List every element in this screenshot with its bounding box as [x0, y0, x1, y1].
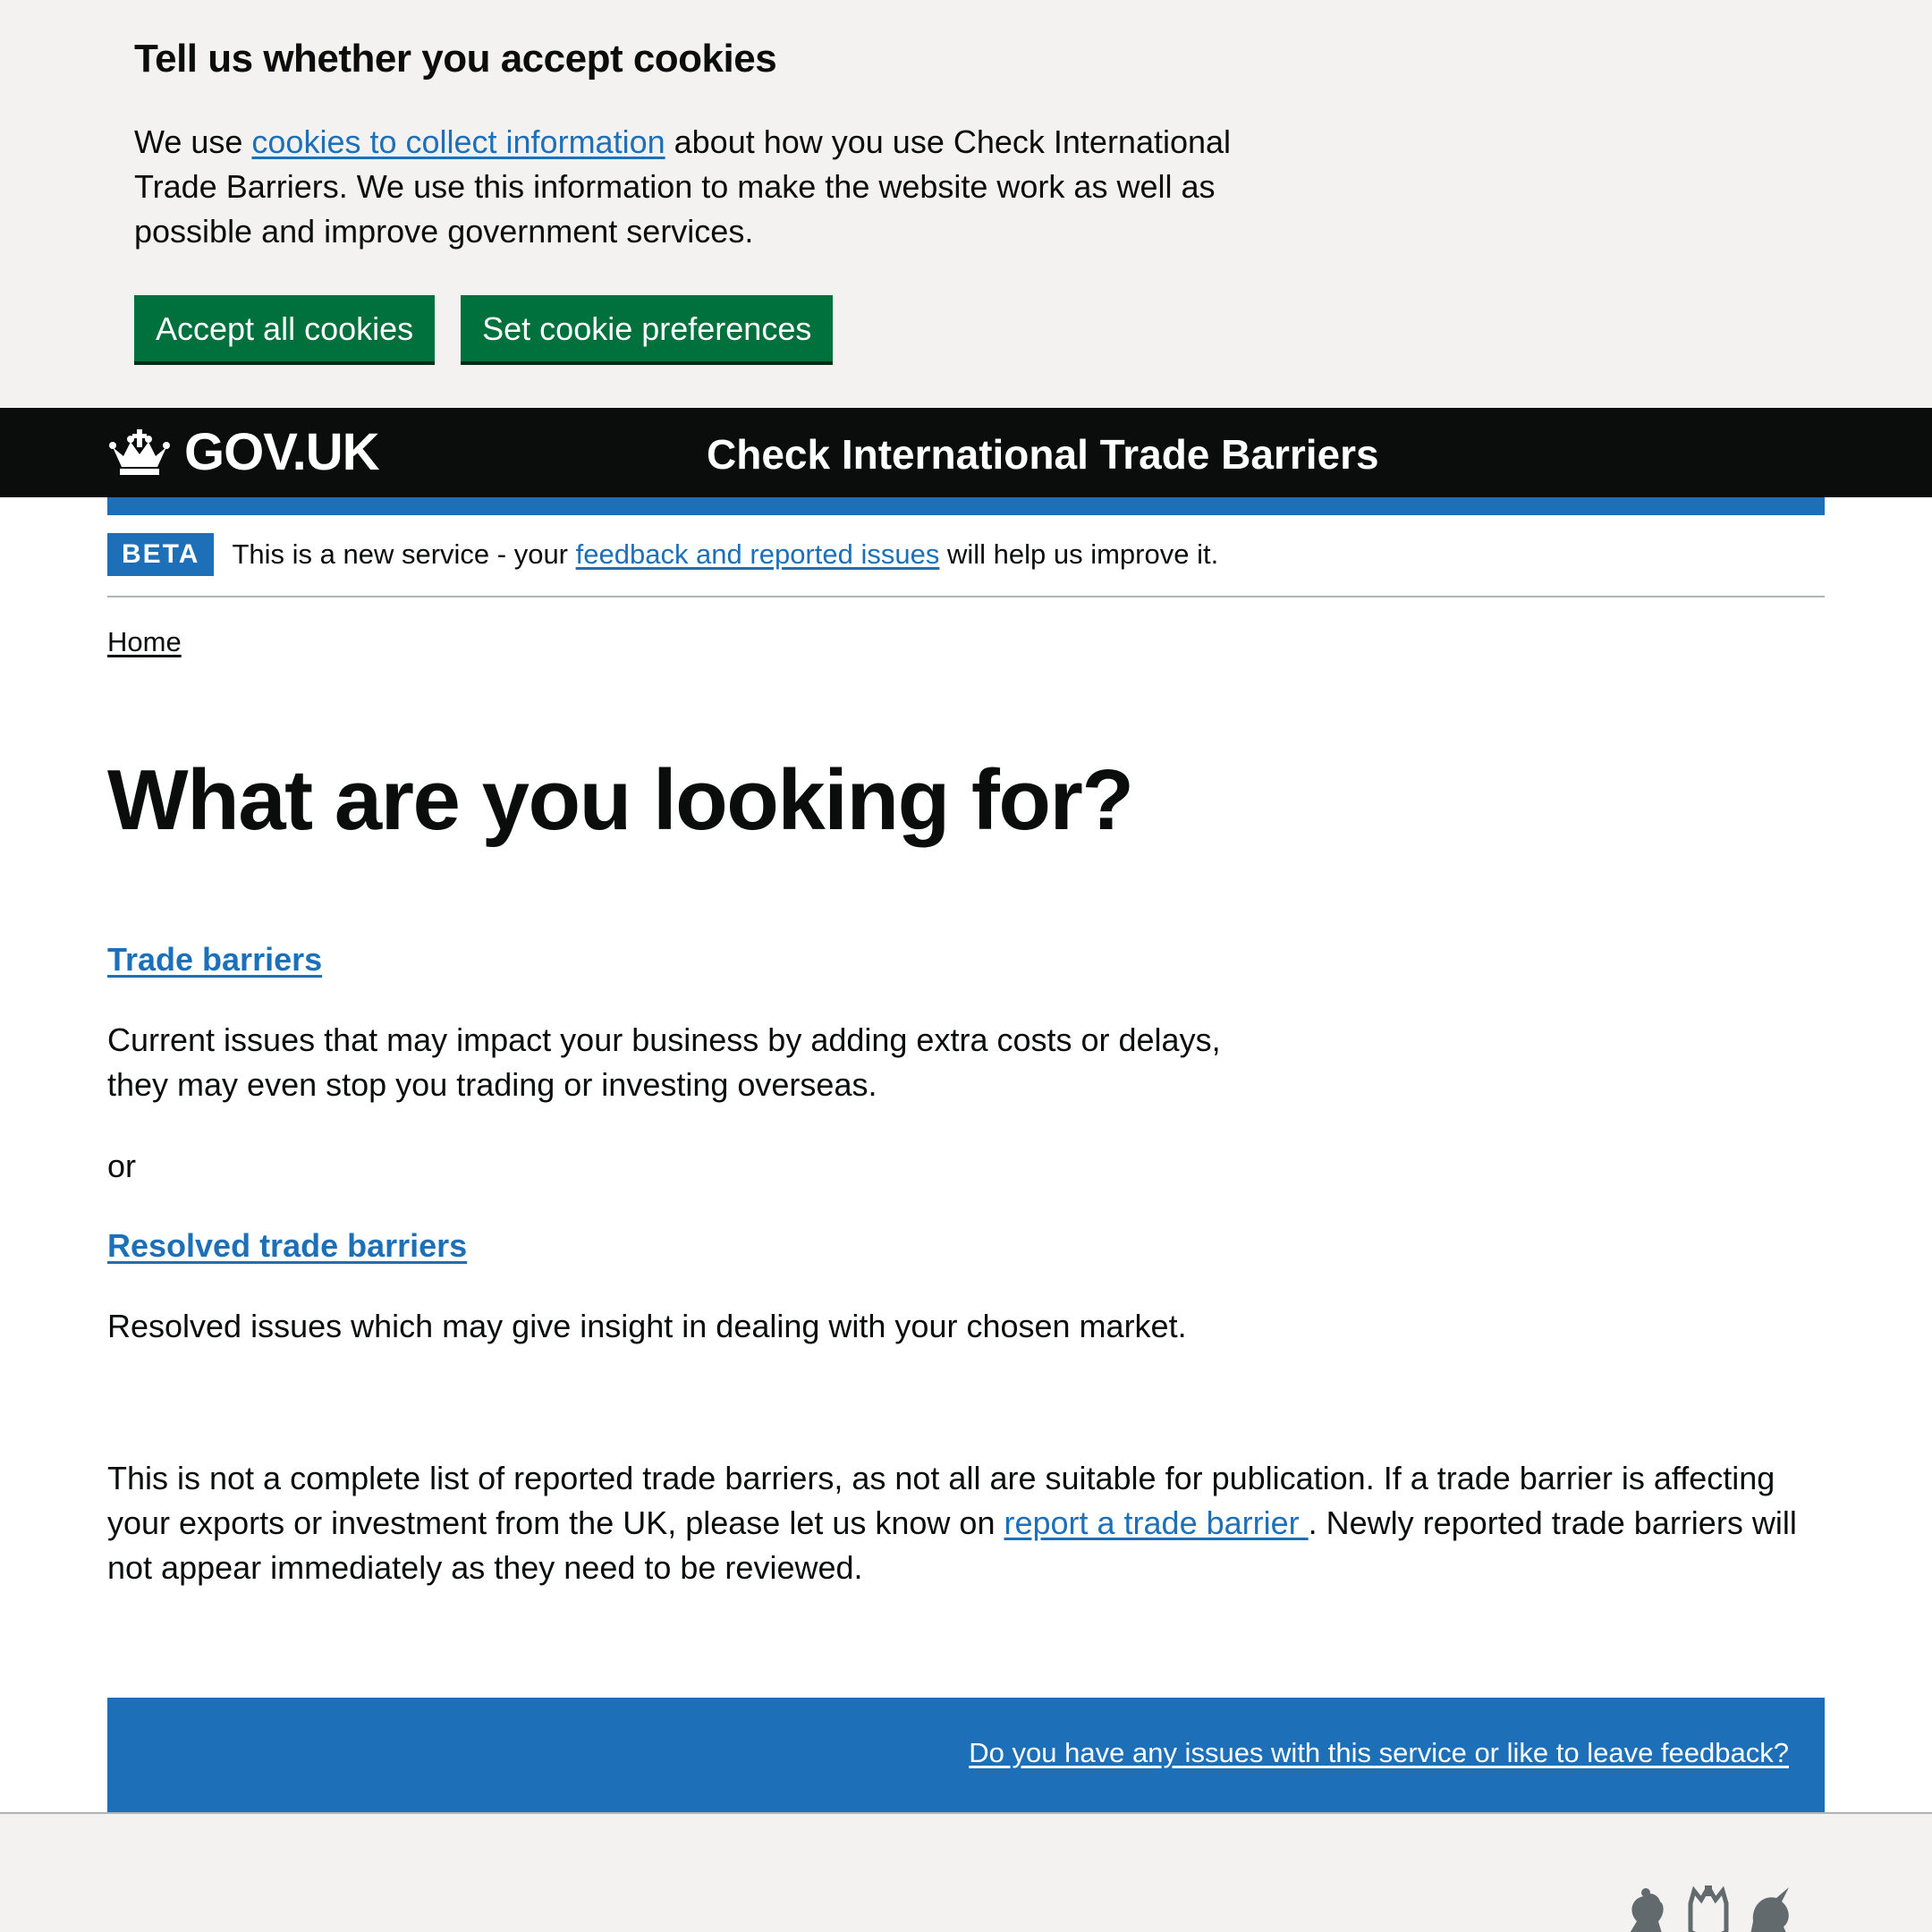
- leave-feedback-link[interactable]: Do you have any issues with this service…: [969, 1733, 1789, 1773]
- site-footer: [0, 1812, 1932, 1932]
- govuk-logo-link[interactable]: GOV.UK: [107, 423, 379, 481]
- beta-tag: BETA: [107, 533, 215, 576]
- notice-paragraph: This is not a complete list of reported …: [107, 1456, 1825, 1590]
- feedback-bar: Do you have any issues with this service…: [107, 1698, 1825, 1812]
- phase-text-after: will help us improve it.: [939, 538, 1219, 570]
- cookie-buttons: Accept all cookies Set cookie preference…: [134, 295, 834, 361]
- resolved-description: Resolved issues which may give insight i…: [107, 1308, 1187, 1344]
- resolved-trade-barriers-link[interactable]: Resolved trade barriers: [107, 1227, 467, 1264]
- trade-barriers-description: Current issues that may impact your busi…: [107, 1021, 1221, 1103]
- govuk-logo-text: GOV.UK: [184, 423, 379, 481]
- cookie-banner-title: Tell us whether you accept cookies: [134, 37, 777, 80]
- header-blue-stripe: [107, 497, 1825, 515]
- feedback-issues-link[interactable]: feedback and reported issues: [576, 538, 940, 570]
- or-text: or: [107, 1148, 137, 1184]
- phase-text-before: This is a new service - your: [232, 538, 576, 570]
- trade-barriers-link[interactable]: Trade barriers: [107, 941, 322, 978]
- cookie-banner-content: Tell us whether you accept cookies We us…: [134, 32, 1243, 254]
- breadcrumb: Home: [107, 623, 182, 662]
- trade-barriers-heading: Trade barriers: [107, 937, 322, 982]
- cookie-banner-text: We use cookies to collect information ab…: [134, 120, 1243, 254]
- phase-banner: BETA This is a new service - your feedba…: [107, 533, 1825, 597]
- royal-coat-of-arms-icon: [1630, 1885, 1789, 1932]
- set-cookie-preferences-button[interactable]: Set cookie preferences: [461, 295, 834, 361]
- accept-all-cookies-button[interactable]: Accept all cookies: [134, 295, 436, 361]
- crown-icon: [109, 429, 170, 475]
- phase-banner-text: This is a new service - your feedback an…: [232, 533, 1218, 576]
- breadcrumb-home-link[interactable]: Home: [107, 626, 182, 657]
- page-title: What are you looking for?: [107, 752, 1134, 848]
- report-trade-barrier-link[interactable]: report a trade barrier: [1004, 1504, 1308, 1541]
- cookie-banner: Tell us whether you accept cookies We us…: [0, 0, 1932, 408]
- cookie-text-before: We use: [134, 123, 252, 160]
- site-header: GOV.UK Check International Trade Barrier…: [0, 408, 1932, 497]
- cookies-info-link[interactable]: cookies to collect information: [251, 123, 665, 160]
- resolved-trade-barriers-heading: Resolved trade barriers: [107, 1224, 467, 1268]
- service-name-link[interactable]: Check International Trade Barriers: [707, 429, 1379, 479]
